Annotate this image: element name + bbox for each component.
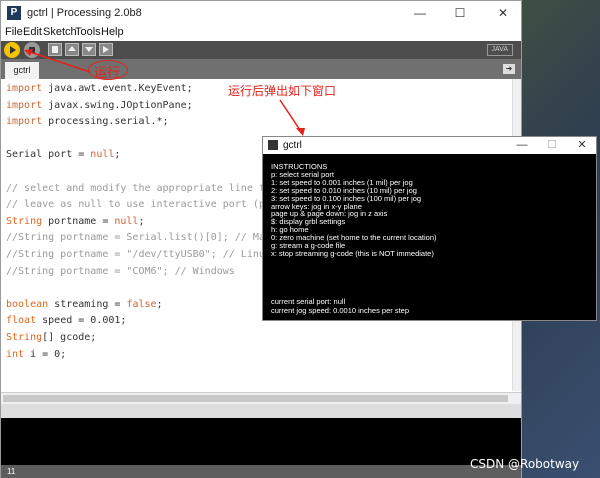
instruction-line: $: display grbl settings <box>271 217 346 227</box>
popup-maximize-button[interactable]: ☐ <box>541 138 563 153</box>
instruction-line: x: stop streaming g-code (this is NOT im… <box>271 248 434 258</box>
popup-title: gctrl <box>283 140 302 151</box>
arrow-head-icon <box>296 128 305 136</box>
popup-app-icon <box>268 140 278 150</box>
popup-minimize-button[interactable]: — <box>511 138 533 153</box>
watermark: CSDN @Robotway <box>470 457 580 471</box>
popup-close-button[interactable]: ✕ <box>571 138 593 153</box>
gctrl-popup-window: gctrl — ☐ ✕ INSTRUCTIONS p: select serial… <box>262 136 597 321</box>
popup-status: current serial port: null current jog spe… <box>271 297 591 315</box>
status-line: current jog speed: 0.0010 inches per ste… <box>271 305 410 315</box>
popup-title-bar: gctrl — ☐ ✕ <box>263 137 596 154</box>
instructions-text: INSTRUCTIONS p: select serial port 1: set … <box>271 163 591 258</box>
